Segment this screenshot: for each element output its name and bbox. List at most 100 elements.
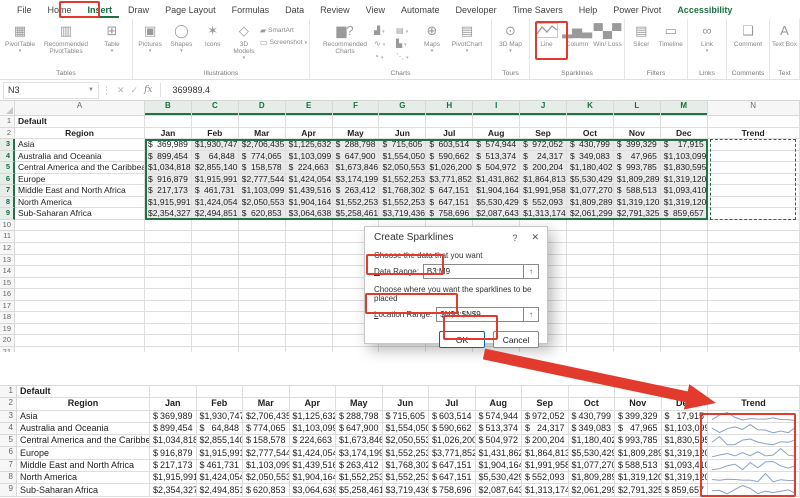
text-box-button[interactable]: A Text Box	[772, 22, 797, 48]
location-range-input[interactable]: $N$3:$N$9 ↑	[436, 307, 539, 322]
cell-F5[interactable]: $1,673,846	[332, 162, 380, 174]
cell[interactable]	[660, 254, 708, 267]
cell-C9[interactable]: $2,494,851	[196, 484, 243, 497]
cell[interactable]	[145, 266, 192, 278]
cell[interactable]	[567, 231, 614, 244]
cell-G7[interactable]: $1,768,302	[379, 185, 427, 197]
column-header-E[interactable]: E	[285, 101, 333, 116]
cell-B9[interactable]: $2,354,327	[145, 208, 192, 220]
row-header-16[interactable]: 16	[0, 289, 15, 301]
recommended-charts-button[interactable]: ▆? Recommended Charts	[317, 22, 373, 55]
cell[interactable]	[192, 346, 239, 352]
cell[interactable]	[613, 323, 661, 336]
cell-L6[interactable]: $1,809,289	[613, 173, 661, 186]
cell-J9[interactable]: $1,313,174	[520, 208, 568, 220]
cell[interactable]	[238, 300, 286, 313]
cell[interactable]	[145, 300, 192, 313]
cell-C2[interactable]: Feb	[196, 398, 243, 411]
cell-K6[interactable]: $5,530,429	[567, 173, 614, 186]
row-header-10[interactable]: 10	[0, 219, 15, 232]
column-header-G[interactable]: G	[379, 101, 427, 116]
table-button[interactable]: ⊞ Table ▾	[95, 22, 129, 54]
cell-F9[interactable]: $5,258,461	[332, 208, 380, 220]
ok-button[interactable]: OK	[439, 331, 485, 348]
cell-A9[interactable]: Sub-Saharan Africa	[15, 208, 145, 220]
cell-M2[interactable]: Dec	[660, 127, 708, 140]
cell-I2[interactable]: Aug	[473, 127, 521, 140]
cell-L2[interactable]: Nov	[615, 398, 662, 411]
cell[interactable]	[191, 231, 239, 244]
enter-icon[interactable]: ✓	[131, 85, 139, 96]
cell-N5[interactable]	[708, 435, 800, 448]
cell-E5[interactable]: $224,663	[285, 162, 333, 174]
cell-F2[interactable]: May	[336, 398, 383, 411]
cell[interactable]	[15, 231, 145, 244]
cell-G2[interactable]: Jun	[382, 398, 429, 411]
row-header-7[interactable]: 7	[0, 185, 15, 197]
cell-G5[interactable]: $2,050,553	[382, 435, 429, 448]
cell-K4[interactable]: $349,083	[567, 150, 614, 163]
cell-L4[interactable]: $47,965	[613, 150, 661, 163]
cell-D4[interactable]: $774,065	[243, 422, 290, 436]
cell[interactable]	[145, 323, 192, 336]
cell[interactable]	[707, 266, 800, 278]
cell-I3[interactable]: $574,944	[473, 139, 521, 151]
cell-J6[interactable]: $1,864,813	[520, 173, 568, 186]
cell-F4[interactable]: $647,900	[332, 150, 380, 163]
column-header-L[interactable]: L	[613, 101, 661, 116]
cell-E7[interactable]: $1,439,516	[289, 459, 336, 473]
cell-B7[interactable]: $217,173	[150, 459, 197, 473]
cell[interactable]	[286, 346, 333, 352]
tab-draw[interactable]: Draw	[121, 2, 156, 18]
cell[interactable]	[475, 386, 522, 399]
cell[interactable]	[707, 277, 800, 290]
cell[interactable]	[567, 300, 614, 313]
cell-J9[interactable]: $1,313,174	[522, 484, 569, 497]
row-header-1[interactable]: 1	[0, 386, 17, 399]
cell-F7[interactable]: $263,412	[336, 459, 383, 473]
cell-I4[interactable]: $513,374	[475, 422, 522, 436]
cell[interactable]	[285, 243, 333, 255]
cell-A6[interactable]: Europe	[15, 173, 145, 186]
icons-button[interactable]: ✶ Icons	[198, 22, 228, 48]
cell[interactable]	[15, 335, 145, 347]
cell[interactable]	[567, 312, 614, 324]
cell-A4[interactable]: Australia and Oceania	[15, 150, 145, 163]
cell-D3[interactable]: $2,706,435	[238, 139, 286, 151]
cell-H8[interactable]: $647,151	[426, 196, 474, 209]
cell-J7[interactable]: $1,991,958	[522, 459, 569, 473]
cell[interactable]	[613, 116, 661, 128]
cell-H5[interactable]: $1,026,200	[429, 435, 476, 448]
cell[interactable]	[191, 312, 239, 324]
cell[interactable]	[191, 289, 239, 301]
cell[interactable]	[660, 266, 708, 278]
cell-K2[interactable]: Oct	[567, 127, 614, 140]
cell-H6[interactable]: $3,771,852	[429, 447, 476, 460]
cell[interactable]	[150, 386, 197, 399]
cell-G8[interactable]: $1,552,253	[382, 472, 429, 485]
cell[interactable]	[707, 254, 800, 267]
cell-I6[interactable]: $1,431,862	[475, 447, 522, 460]
cell[interactable]	[285, 266, 333, 278]
tab-file[interactable]: File	[10, 2, 39, 18]
cell[interactable]	[567, 277, 614, 290]
cell-H6[interactable]: $3,771,852	[426, 173, 474, 186]
cell[interactable]	[191, 335, 239, 347]
cell-E4[interactable]: $1,103,099	[289, 422, 336, 436]
cell[interactable]	[613, 300, 661, 313]
recommended-pivottables-button[interactable]: ▥ Recommended PivotTables	[38, 22, 94, 55]
cell-A1[interactable]: Default	[15, 116, 145, 128]
cell-D2[interactable]: Mar	[238, 127, 286, 140]
cell-E2[interactable]: Apr	[289, 398, 336, 411]
cell-E9[interactable]: $3,064,638	[289, 484, 336, 497]
cell-M6[interactable]: $1,319,120	[661, 447, 708, 460]
cell-M9[interactable]: $859,657	[660, 208, 708, 220]
cell[interactable]	[15, 289, 145, 301]
cell[interactable]	[661, 386, 708, 399]
cell-H5[interactable]: $1,026,200	[426, 162, 474, 174]
cell-E5[interactable]: $224,663	[289, 435, 336, 448]
cell-F4[interactable]: $647,900	[336, 422, 383, 436]
cell[interactable]	[707, 231, 800, 244]
cell[interactable]	[238, 254, 286, 267]
cell-H9[interactable]: $758,696	[429, 484, 476, 497]
